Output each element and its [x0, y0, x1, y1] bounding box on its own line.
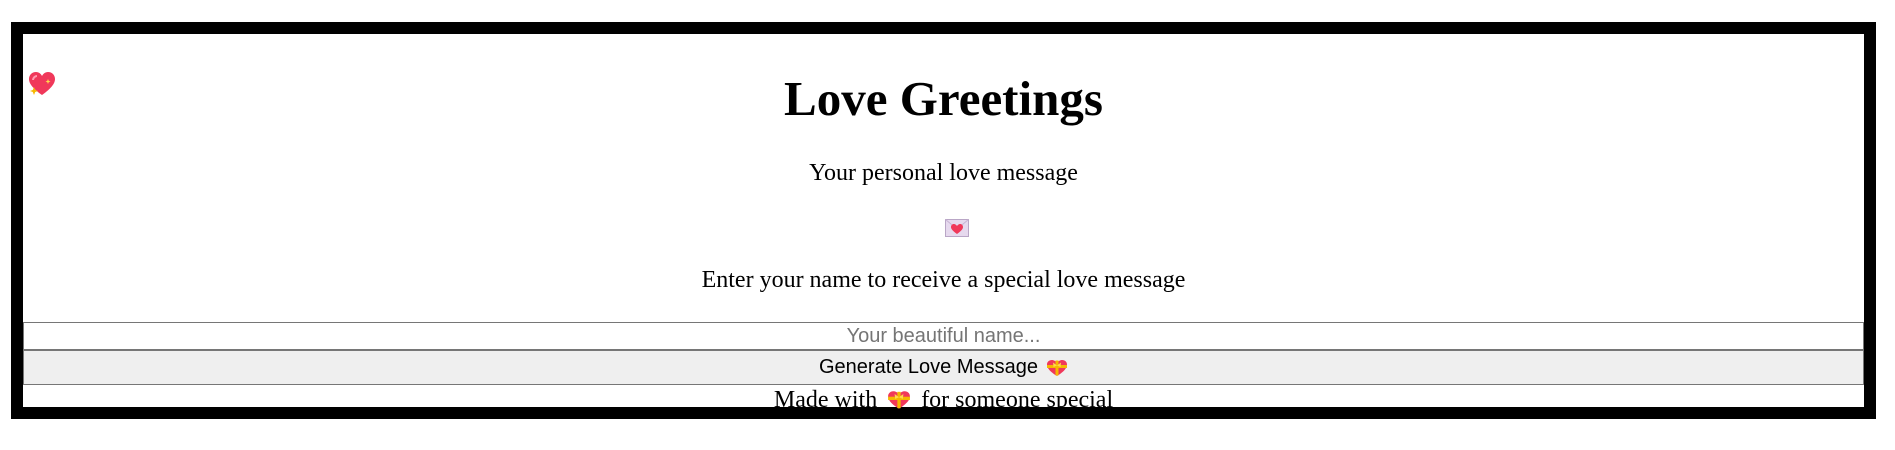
- generate-button-label: Generate Love Message: [818, 356, 1039, 378]
- love-letter-icon: [945, 219, 969, 237]
- footer: Made with for someone special: [23, 388, 1864, 412]
- heart-with-ribbon-icon: [888, 391, 911, 409]
- main-frame: Love Greetings Your personal love messag…: [11, 22, 1876, 419]
- generate-love-message-button[interactable]: Generate Love Message: [23, 350, 1864, 385]
- page-subtitle: Your personal love message: [809, 160, 1078, 186]
- heart-with-ribbon-icon: [1047, 359, 1068, 376]
- footer-prefix: Made with: [773, 387, 878, 413]
- footer-suffix: for someone special: [921, 387, 1114, 413]
- instruction-text: Enter your name to receive a special lov…: [701, 267, 1186, 293]
- page-title: Love Greetings: [784, 71, 1103, 126]
- name-input[interactable]: [23, 322, 1864, 350]
